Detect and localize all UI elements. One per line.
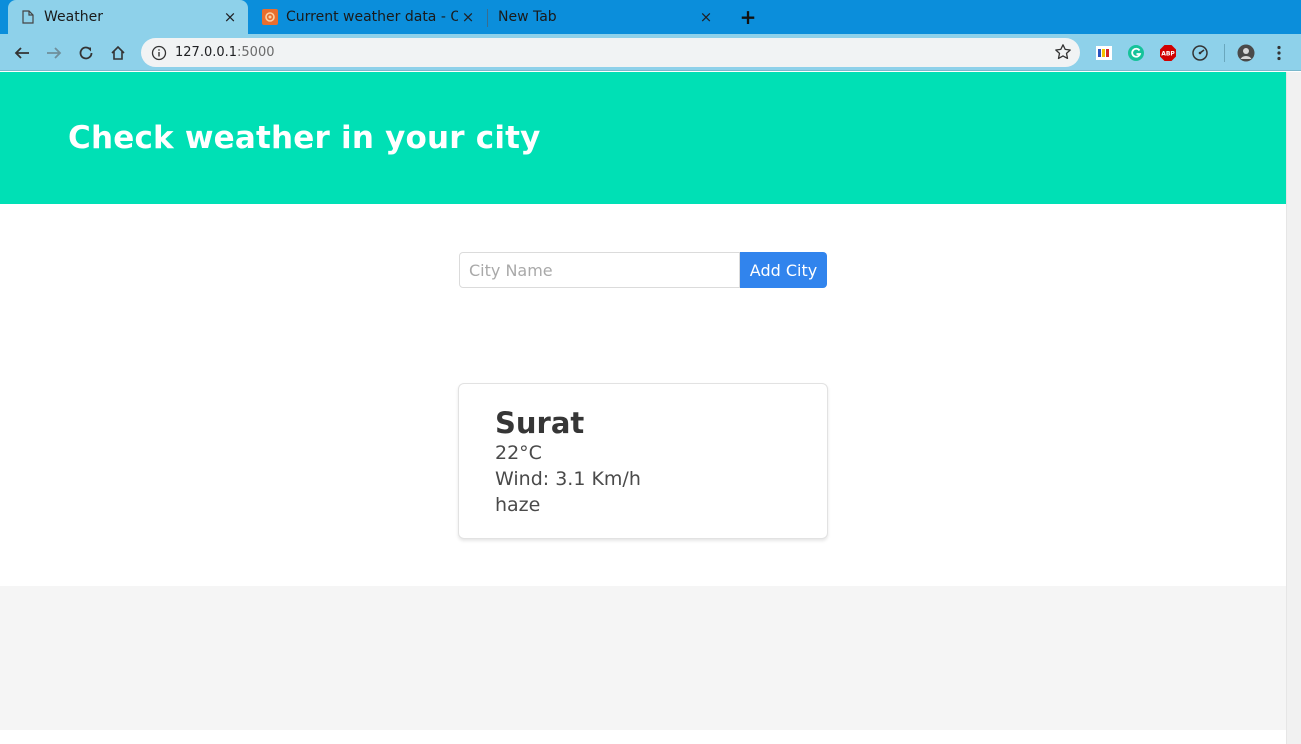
back-icon[interactable] bbox=[10, 41, 34, 65]
tab-title: Current weather data - Op bbox=[286, 9, 458, 25]
tab-new-tab[interactable]: New Tab × bbox=[488, 0, 724, 34]
add-city-form: Add City bbox=[459, 252, 827, 288]
close-icon[interactable]: × bbox=[696, 7, 716, 27]
home-icon[interactable] bbox=[106, 41, 130, 65]
page-title: Check weather in your city bbox=[68, 120, 541, 156]
info-icon[interactable] bbox=[151, 45, 167, 61]
svg-text:ABP: ABP bbox=[1161, 51, 1175, 58]
page-content: Check weather in your city Add City Sura… bbox=[0, 72, 1286, 744]
grammarly-icon[interactable] bbox=[1127, 44, 1145, 62]
vertical-scrollbar[interactable] bbox=[1286, 72, 1301, 744]
browser-tab-strip: Weather × Current weather data - Op × Ne… bbox=[0, 0, 1301, 34]
tab-title: Weather bbox=[44, 9, 103, 25]
profile-avatar-icon[interactable] bbox=[1237, 44, 1255, 62]
city-name-input[interactable] bbox=[459, 252, 740, 288]
page-icon bbox=[20, 9, 36, 25]
bookmark-star-icon[interactable] bbox=[1054, 43, 1072, 61]
forward-icon[interactable] bbox=[42, 41, 66, 65]
menu-kebab-icon[interactable] bbox=[1270, 44, 1288, 62]
close-icon[interactable]: × bbox=[220, 7, 240, 27]
wind-text: Wind: 3.1 Km/h bbox=[495, 468, 641, 490]
city-name: Surat bbox=[495, 406, 585, 440]
adblock-plus-icon[interactable]: ABP bbox=[1159, 44, 1177, 62]
footer bbox=[0, 586, 1286, 730]
tab-current-weather-data[interactable]: Current weather data - Op × bbox=[250, 0, 486, 34]
hero-banner: Check weather in your city bbox=[0, 72, 1286, 204]
weather-card: Surat 22°C Wind: 3.1 Km/h haze bbox=[458, 383, 828, 539]
openweather-icon bbox=[262, 9, 278, 25]
add-city-button[interactable]: Add City bbox=[740, 252, 827, 288]
speedometer-icon[interactable] bbox=[1191, 44, 1209, 62]
url-host: 127.0.0.1 bbox=[175, 45, 238, 60]
reload-icon[interactable] bbox=[74, 41, 98, 65]
extension-flag-icon[interactable] bbox=[1095, 44, 1113, 62]
toolbar-separator bbox=[1224, 44, 1225, 62]
temperature-text: 22°C bbox=[495, 442, 542, 464]
close-icon[interactable]: × bbox=[458, 7, 478, 27]
footer-bottom-strip bbox=[0, 730, 1286, 744]
browser-toolbar: 127.0.0.1:5000 ABP bbox=[0, 34, 1301, 71]
url-port: :5000 bbox=[237, 45, 275, 60]
address-bar[interactable]: 127.0.0.1:5000 bbox=[141, 38, 1080, 67]
tab-weather[interactable]: Weather × bbox=[8, 0, 248, 34]
tab-title: New Tab bbox=[498, 9, 557, 25]
url-text: 127.0.0.1:5000 bbox=[175, 45, 275, 60]
new-tab-button[interactable]: + bbox=[738, 5, 758, 29]
weather-description: haze bbox=[495, 494, 541, 516]
